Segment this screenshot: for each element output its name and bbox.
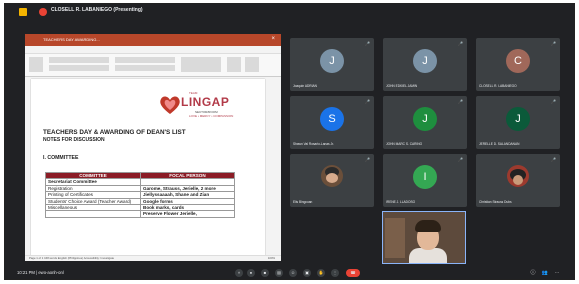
- close-icon[interactable]: ×: [271, 36, 275, 42]
- presenting-indicator-icon: [39, 8, 47, 16]
- dictate-icon[interactable]: [245, 57, 259, 72]
- participant-name: JOHN EDKIEL JAMIN: [386, 84, 418, 88]
- participant-name: Elis Bingcoan: [293, 200, 313, 204]
- participant-tile[interactable]: 🎤 Elis Bingcoan: [290, 154, 374, 207]
- participant-tile[interactable]: 🎤 J JOHN MARC S. CARINO: [383, 96, 467, 149]
- logo-text: LINGAP: [181, 95, 230, 109]
- participant-tile[interactable]: 🎤 Christian Strauss Dubs: [476, 154, 560, 207]
- lingap-logo: TEAM LINGAP SECTOR/ROOM LOVE • MERCY • C…: [159, 89, 239, 127]
- document-heading: TEACHERS DAY & AWARDING OF DEAN'S LIST: [43, 129, 186, 136]
- mic-off-icon: 🎤: [365, 99, 370, 104]
- mic-off-icon: 🎤: [458, 157, 463, 162]
- meeting-time-code: 10:21 PM | ewo-aonh-onl: [17, 270, 64, 275]
- document-title: TEACHERS DAY AWARDING...: [43, 37, 100, 42]
- committee-table: COMMITTEE FOCAL PERSON Secretariat Commi…: [45, 171, 235, 218]
- participant-name: CLOSELL R. LABANIEGO: [479, 84, 517, 88]
- more-options-icon[interactable]: ⋮: [331, 269, 339, 277]
- mic-off-icon: 🎤: [365, 41, 370, 46]
- table-cell-committee: [45, 210, 141, 218]
- participant-name: IRENE J. LLADOSO: [386, 200, 416, 204]
- end-call-button[interactable]: ☎: [346, 269, 360, 277]
- chevron-up-icon[interactable]: ˄: [235, 269, 243, 277]
- shared-screen: TEACHERS DAY AWARDING... × File Home Ins…: [25, 34, 281, 261]
- captions-icon[interactable]: ▤: [275, 269, 283, 277]
- section-heading: I. COMMITTEE: [43, 155, 79, 161]
- present-icon[interactable]: ▣: [303, 269, 311, 277]
- background-shelf: [385, 218, 405, 258]
- raise-hand-icon[interactable]: ✋: [317, 269, 325, 277]
- paste-icon[interactable]: [29, 57, 43, 72]
- participant-tile[interactable]: 🎤 C CLOSELL R. LABANIEGO: [476, 38, 560, 91]
- document-page: TEAM LINGAP SECTOR/ROOM LOVE • MERCY • C…: [31, 79, 265, 257]
- paragraph-group[interactable]: [115, 57, 175, 63]
- participant-name: JOHN MARC S. CARINO: [386, 142, 423, 146]
- meet-window: CLOSELL R. LABANIEGO (Presenting) TEACHE…: [4, 3, 575, 280]
- avatar-photo: [507, 165, 529, 187]
- meeting-controls-bar: 10:21 PM | ewo-aonh-onl ˄ ● ■ ▤ ☺ ▣ ✋ ⋮ …: [5, 265, 574, 279]
- word-ribbon: [25, 54, 281, 77]
- word-statusbar: Page 1 of 1 168 words English (Philippin…: [25, 255, 281, 261]
- self-view-video[interactable]: [382, 211, 466, 264]
- participant-name: Joaquin ADRIAN: [293, 84, 317, 88]
- status-text: Page 1 of 1 168 words English (Philippin…: [29, 256, 115, 260]
- avatar: S: [320, 107, 344, 131]
- avatar: J: [413, 49, 437, 73]
- table-cell-committee: Students' Choice Award (Teacher Award): [45, 197, 141, 206]
- participant-tile[interactable]: 🎤 J JERELLE D. SALANDANAN: [476, 96, 560, 149]
- mic-off-icon: 🎤: [458, 41, 463, 46]
- avatar: C: [506, 49, 530, 73]
- presenter-bar: CLOSELL R. LABANIEGO (Presenting): [5, 4, 574, 20]
- emoji-icon[interactable]: ☺: [289, 269, 297, 277]
- zoom-level[interactable]: 100%: [268, 256, 275, 260]
- avatar-photo: [321, 165, 343, 187]
- participant-name: JERELLE D. SALANDANAN: [479, 142, 520, 146]
- people-icon[interactable]: 👥: [541, 269, 549, 277]
- participant-tile[interactable]: 🎤 S Shawn Val Rosario-Lanas Jr.: [290, 96, 374, 149]
- document-subheading: NOTES FOR DISCUSSION: [43, 137, 105, 143]
- avatar: J: [506, 107, 530, 131]
- camera-icon[interactable]: ■: [261, 269, 269, 277]
- participant-tile[interactable]: 🎤 J Joaquin ADRIAN: [290, 38, 374, 91]
- word-titlebar: TEACHERS DAY AWARDING... ×: [25, 34, 281, 46]
- mic-off-icon: 🎤: [458, 99, 463, 104]
- mic-off-icon: 🎤: [551, 157, 556, 162]
- participant-name: Christian Strauss Dubs: [479, 200, 512, 204]
- word-menubar: File Home Insert Draw Design Layout Refe…: [25, 46, 281, 60]
- mic-off-icon: 🎤: [551, 99, 556, 104]
- participant-name: Shawn Val Rosario-Lanas Jr.: [293, 142, 334, 146]
- table-row: Preserve Flower Jerielle,: [45, 210, 235, 218]
- presenter-banner: CLOSELL R. LABANIEGO (Presenting): [51, 7, 143, 13]
- avatar: J: [413, 107, 437, 131]
- font-selector[interactable]: [49, 57, 109, 63]
- table-cell-person: Preserve Flower Jerielle,: [140, 210, 235, 218]
- info-icon[interactable]: ⓘ: [529, 269, 537, 277]
- heart-logo-icon: [160, 96, 180, 114]
- alignment-group[interactable]: [115, 65, 175, 71]
- participant-tile[interactable]: 🎤 J JOHN EDKIEL JAMIN: [383, 38, 467, 91]
- app-badge-icon: [19, 8, 27, 16]
- styles-gallery[interactable]: [181, 57, 221, 72]
- avatar: J: [320, 49, 344, 73]
- mic-off-icon: 🎤: [551, 41, 556, 46]
- logo-tagline-2: LOVE • MERCY • COMPASSION: [189, 114, 234, 118]
- mic-icon[interactable]: ●: [247, 269, 255, 277]
- avatar: I: [413, 165, 437, 189]
- activities-icon[interactable]: ⋯: [553, 269, 561, 277]
- mic-off-icon: 🎤: [365, 157, 370, 162]
- editing-icon[interactable]: [227, 57, 241, 72]
- font-format-group[interactable]: [49, 65, 109, 71]
- person-hair: [415, 220, 441, 232]
- person-body: [409, 248, 447, 263]
- participant-tile[interactable]: 🎤 I IRENE J. LLADOSO: [383, 154, 467, 207]
